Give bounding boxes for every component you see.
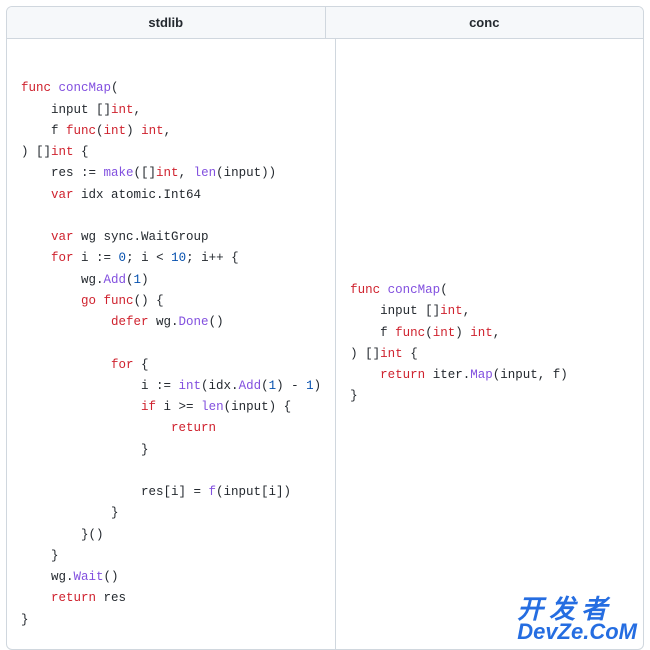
comparison-table: stdlib conc func concMap( input []int, f…: [6, 6, 644, 650]
header-conc: conc: [325, 7, 644, 38]
code-conc: func concMap( input []int, f func(int) i…: [350, 280, 568, 408]
cell-stdlib: func concMap( input []int, f func(int) i…: [7, 39, 335, 649]
watermark-line2: DevZe.CoM: [517, 622, 637, 643]
watermark-line1: 开发者: [517, 597, 637, 622]
code-stdlib: func concMap( input []int, f func(int) i…: [21, 57, 321, 631]
table-body-row: func concMap( input []int, f func(int) i…: [7, 39, 643, 649]
table-header-row: stdlib conc: [7, 7, 643, 39]
cell-conc: func concMap( input []int, f func(int) i…: [335, 39, 643, 649]
header-stdlib: stdlib: [7, 7, 325, 38]
